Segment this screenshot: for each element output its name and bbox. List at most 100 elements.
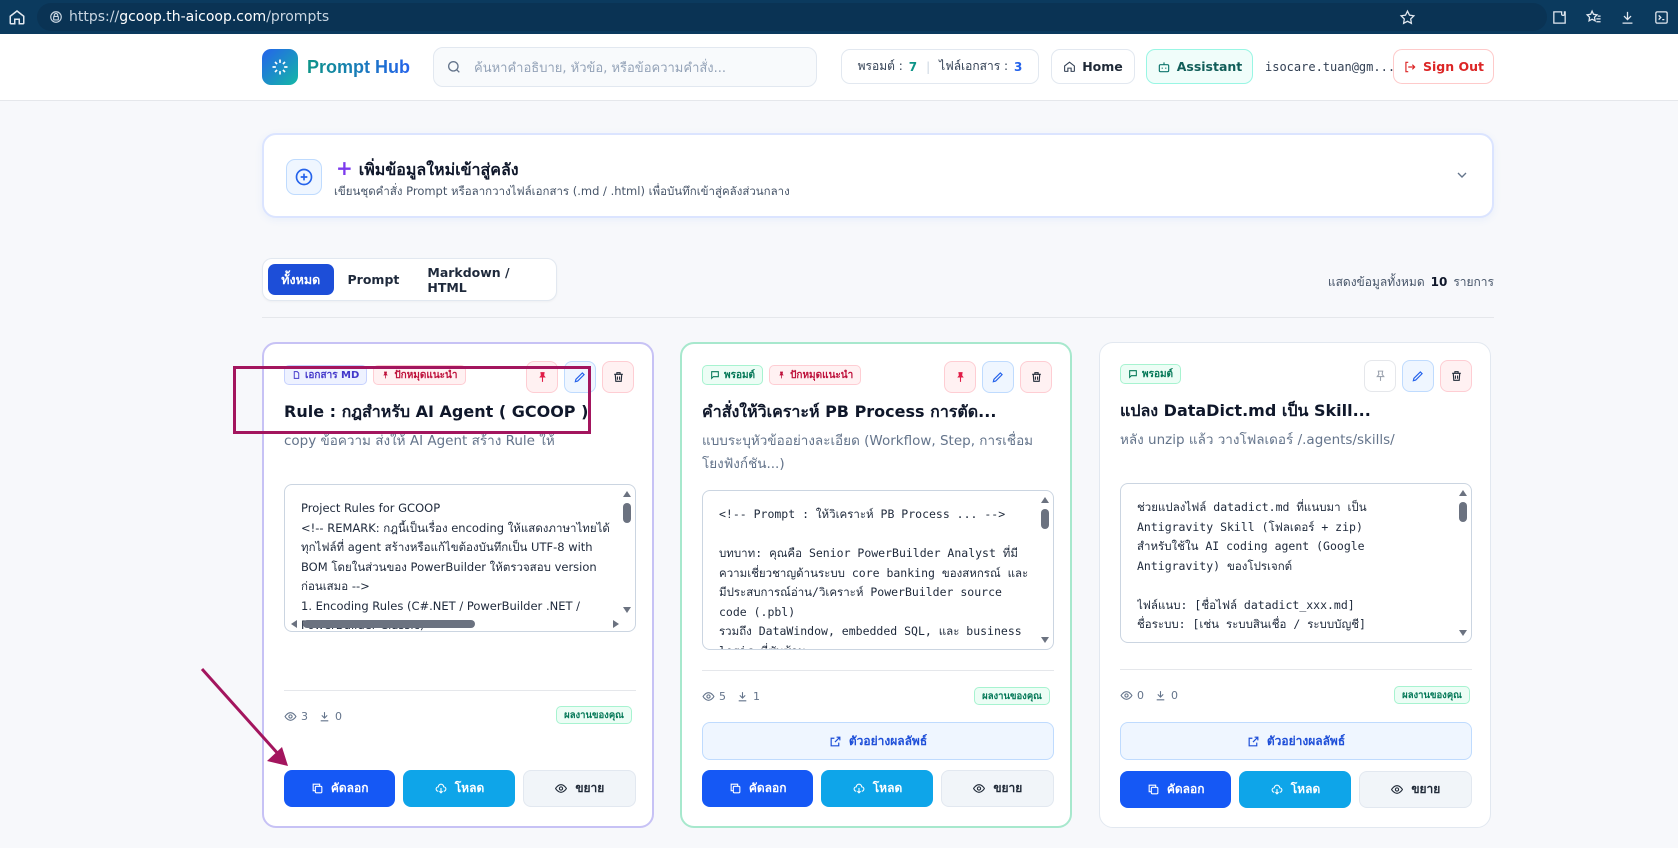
assistant-button[interactable]: Assistant: [1146, 49, 1253, 84]
add-new-panel[interactable]: + เพิ่มข้อมูลใหม่เข้าสู่คลัง เขียนชุดคำสั…: [262, 133, 1494, 218]
user-email: isocare.tuan@gm...: [1265, 60, 1396, 74]
download-icon: [320, 712, 329, 722]
annotation-arrow-icon: [200, 667, 288, 766]
doc-count-value: 3: [1014, 59, 1023, 74]
cloud-download-icon: [435, 783, 447, 794]
expand-button[interactable]: ขยาย: [940, 770, 1054, 807]
content-preview[interactable]: ช่วยแปลงไฟล์ datadict.md ที่แนบมา เป็น A…: [1120, 483, 1472, 643]
vertical-scrollbar[interactable]: [623, 491, 631, 613]
copy-icon: [1148, 784, 1159, 795]
views-stat: 5: [702, 690, 726, 703]
edit-button[interactable]: [982, 361, 1014, 393]
pinned-badge: ปักหมุดแนะนำ: [769, 365, 862, 385]
lock-icon: [43, 10, 69, 24]
owner-badge: ผลงานของคุณ: [974, 687, 1050, 705]
downloads-stat: 0: [1154, 689, 1178, 702]
expand-button[interactable]: ขยาย: [1358, 771, 1472, 808]
copy-button[interactable]: คัดลอก: [284, 770, 396, 807]
home-button[interactable]: Home: [1051, 49, 1135, 84]
chat-icon: [711, 371, 719, 380]
favorites-icon[interactable]: [1576, 0, 1610, 34]
item-count-text: แสดงข้อมูลทั้งหมด 10 รายการ: [1327, 275, 1494, 289]
chat-icon: [1129, 370, 1137, 379]
card-description: แบบระบุหัวข้ออย่างละเอียด (Workflow, Ste…: [702, 433, 1034, 472]
content-preview[interactable]: Project Rules for GCOOP <!-- REMARK: กฎน…: [284, 484, 636, 632]
pin-button[interactable]: [1364, 360, 1396, 392]
example-output-button[interactable]: ตัวอย่างผลลัพธ์: [702, 722, 1054, 760]
plus-icon: +: [336, 156, 353, 180]
downloads-icon[interactable]: [1610, 0, 1644, 34]
bookmark-star-icon[interactable]: [1390, 0, 1424, 34]
divider: [284, 690, 636, 691]
pin-button[interactable]: [944, 361, 976, 393]
downloads-stat: 0: [318, 710, 342, 723]
vertical-scrollbar[interactable]: [1041, 497, 1049, 643]
tab-prompt[interactable]: Prompt: [334, 264, 414, 295]
trash-icon: [613, 372, 623, 382]
card-description: หลัง unzip แล้ว วางโฟลเดอร์ /.agents/ski…: [1120, 432, 1395, 448]
copy-icon: [730, 783, 741, 794]
content-preview[interactable]: <!-- Prompt : ให้วิเคราะห์ PB Process ..…: [702, 490, 1054, 650]
download-button[interactable]: โหลด: [1239, 771, 1351, 808]
card-title[interactable]: แปลง DataDict.md เป็น Skill...: [1120, 399, 1470, 424]
search-input[interactable]: ค้นหาคำอธิบาย, หัวข้อ, หรือข้อความคำสั่ง…: [433, 47, 817, 87]
downloads-stat: 1: [736, 690, 760, 703]
owner-badge: ผลงานของคุณ: [556, 706, 632, 724]
download-button[interactable]: โหลด: [821, 770, 933, 807]
app-title[interactable]: Prompt Hub: [307, 57, 410, 78]
copy-button[interactable]: คัดลอก: [702, 770, 814, 807]
trash-icon: [1451, 371, 1461, 381]
delete-button[interactable]: [602, 361, 634, 393]
trash-icon: [1031, 372, 1041, 382]
logout-icon: [1405, 61, 1416, 72]
address-bar[interactable]: https://gcoop.th-aicoop.com/prompts: [37, 3, 1547, 31]
copy-icon: [312, 783, 323, 794]
doc-count-label: ไฟล์เอกสาร :: [939, 59, 1008, 73]
stats-counter: พรอมต์ : 7 | ไฟล์เอกสาร : 3: [841, 49, 1039, 84]
eye-icon: [1120, 691, 1133, 700]
download-icon: [1156, 691, 1165, 701]
prompt-count-value: 7: [908, 59, 918, 74]
sign-out-button[interactable]: Sign Out: [1393, 49, 1494, 84]
horizontal-scrollbar[interactable]: [291, 620, 619, 628]
download-icon: [738, 692, 747, 702]
external-link-icon: [1248, 736, 1259, 746]
add-panel-subtitle: เขียนชุดคำสั่ง Prompt หรือลากวางไฟล์เอกส…: [334, 184, 790, 198]
browser-home-icon[interactable]: [0, 0, 34, 34]
eye-icon: [973, 784, 986, 793]
chevron-down-icon[interactable]: [1454, 167, 1470, 187]
card-stats: 0 0: [1120, 689, 1178, 702]
card-stats: 5 1: [702, 690, 760, 703]
preview-text: ช่วยแปลงไฟล์ datadict.md ที่แนบมา เป็น A…: [1137, 500, 1367, 631]
search-icon: [434, 59, 474, 75]
pin-icon: [956, 372, 964, 382]
eye-icon: [702, 692, 715, 701]
extensions-icon[interactable]: [1542, 0, 1576, 34]
card-title[interactable]: คำสั่งให้วิเคราะห์ PB Process การตัด...: [702, 400, 1052, 425]
tab-all[interactable]: ทั้งหมด: [268, 264, 334, 295]
delete-button[interactable]: [1440, 360, 1472, 392]
example-output-button[interactable]: ตัวอย่างผลลัพธ์: [1120, 722, 1472, 760]
annotation-highlight-box: [233, 366, 591, 434]
edit-button[interactable]: [1402, 360, 1434, 392]
settings-icon[interactable]: [1644, 0, 1678, 34]
tab-markdown-html[interactable]: Markdown / HTML: [413, 264, 556, 295]
home-icon: [1064, 61, 1076, 72]
add-circle-icon: [286, 159, 322, 195]
type-badge: พรอมต์: [702, 365, 764, 385]
filter-tabs: ทั้งหมด Prompt Markdown / HTML: [262, 258, 557, 301]
delete-button[interactable]: [1020, 361, 1052, 393]
add-panel-title: + เพิ่มข้อมูลใหม่เข้าสู่คลัง: [336, 156, 519, 180]
cloud-download-icon: [1271, 784, 1283, 795]
views-stat: 0: [1120, 689, 1144, 702]
vertical-scrollbar[interactable]: [1459, 490, 1467, 636]
divider: [702, 670, 1054, 671]
prompt-count-label: พรอมต์ :: [857, 59, 903, 73]
pencil-icon: [1412, 371, 1423, 382]
app-logo-icon[interactable]: [262, 49, 298, 85]
download-button[interactable]: โหลด: [403, 770, 515, 807]
type-badge: พรอมต์: [1120, 364, 1182, 384]
cloud-download-icon: [853, 783, 865, 794]
expand-button[interactable]: ขยาย: [522, 770, 636, 807]
copy-button[interactable]: คัดลอก: [1120, 771, 1232, 808]
